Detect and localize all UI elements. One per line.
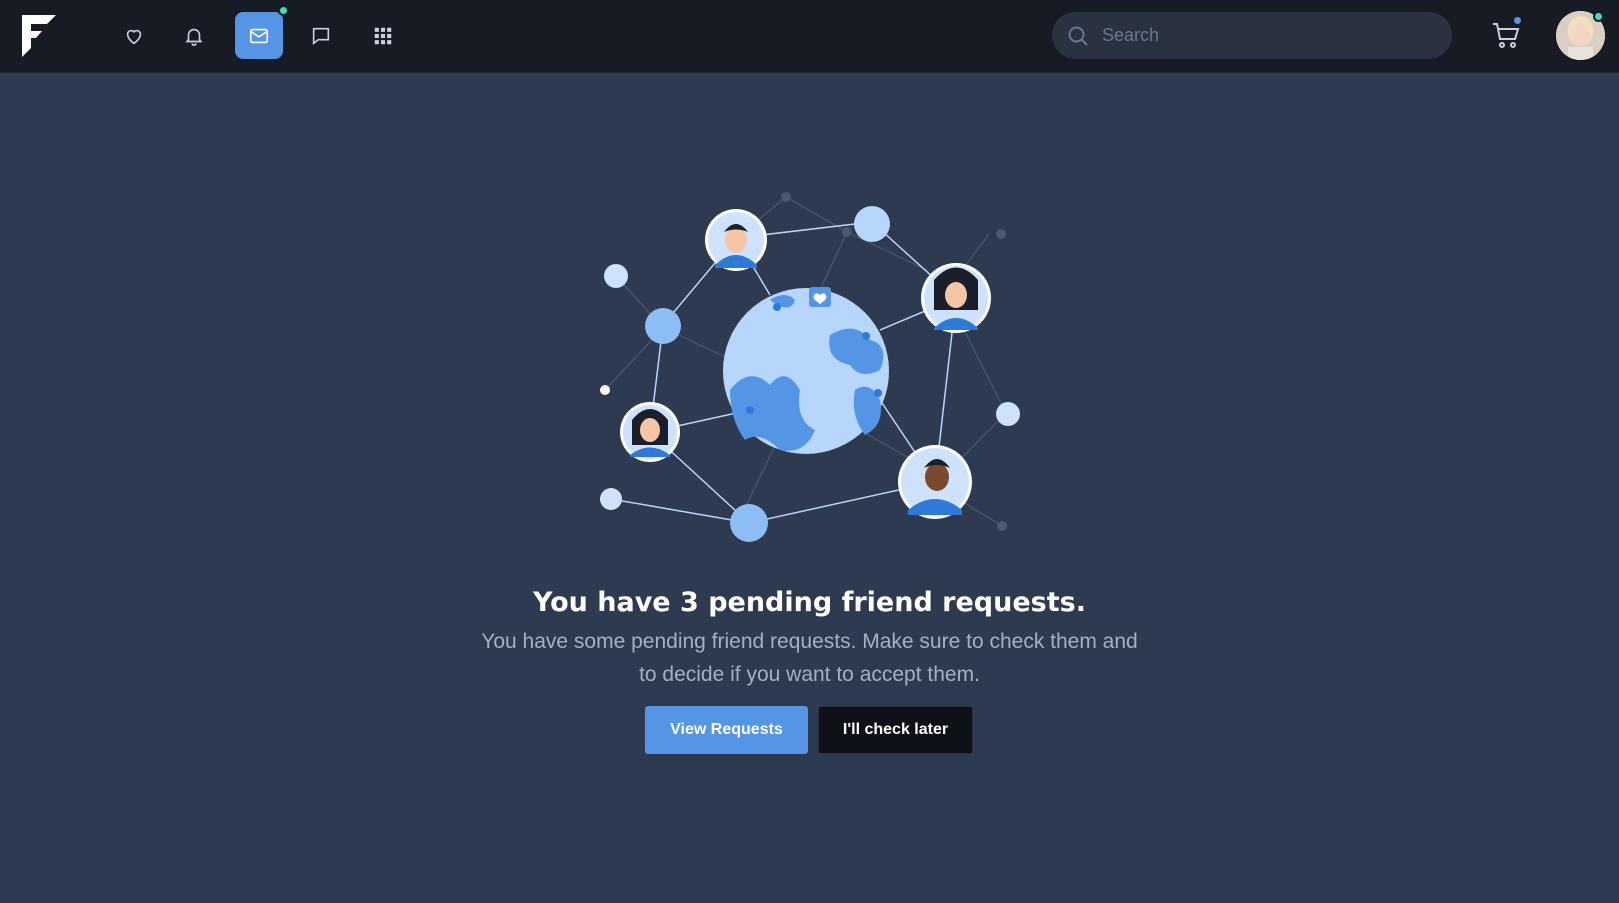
page-title: You have 3 pending friend requests. — [533, 587, 1086, 618]
f-logo-icon[interactable] — [22, 15, 56, 57]
chat-bubble-icon — [312, 27, 330, 45]
search-bar[interactable] — [1052, 12, 1452, 59]
friend-avatar-2 — [921, 263, 991, 333]
friend-avatar-1 — [705, 209, 767, 271]
nav-notifications-button[interactable] — [170, 12, 218, 59]
cart-badge — [1512, 15, 1523, 26]
cart-button[interactable] — [1490, 15, 1524, 52]
friend-avatar-4 — [898, 445, 972, 519]
grid-icon — [374, 27, 392, 44]
friend-avatar-3 — [620, 402, 680, 462]
messages-badge — [278, 5, 289, 16]
nav-messages-button[interactable] — [235, 5, 289, 59]
view-requests-button[interactable]: View Requests — [645, 706, 808, 754]
top-navigation-bar — [0, 0, 1619, 73]
nav-apps-button[interactable] — [359, 12, 407, 59]
search-input[interactable] — [1102, 25, 1422, 46]
online-status-dot — [1593, 11, 1604, 22]
nav-heart-button[interactable] — [110, 12, 158, 59]
envelope-icon — [249, 28, 269, 43]
page-description: You have some pending friend requests. M… — [481, 630, 1138, 686]
social-network-illustration — [600, 192, 1020, 542]
heart-icon — [126, 29, 142, 44]
nav-chat-button[interactable] — [297, 12, 345, 59]
check-later-button[interactable]: I'll check later — [818, 706, 973, 754]
search-icon — [1068, 26, 1088, 46]
bell-icon — [185, 28, 203, 46]
